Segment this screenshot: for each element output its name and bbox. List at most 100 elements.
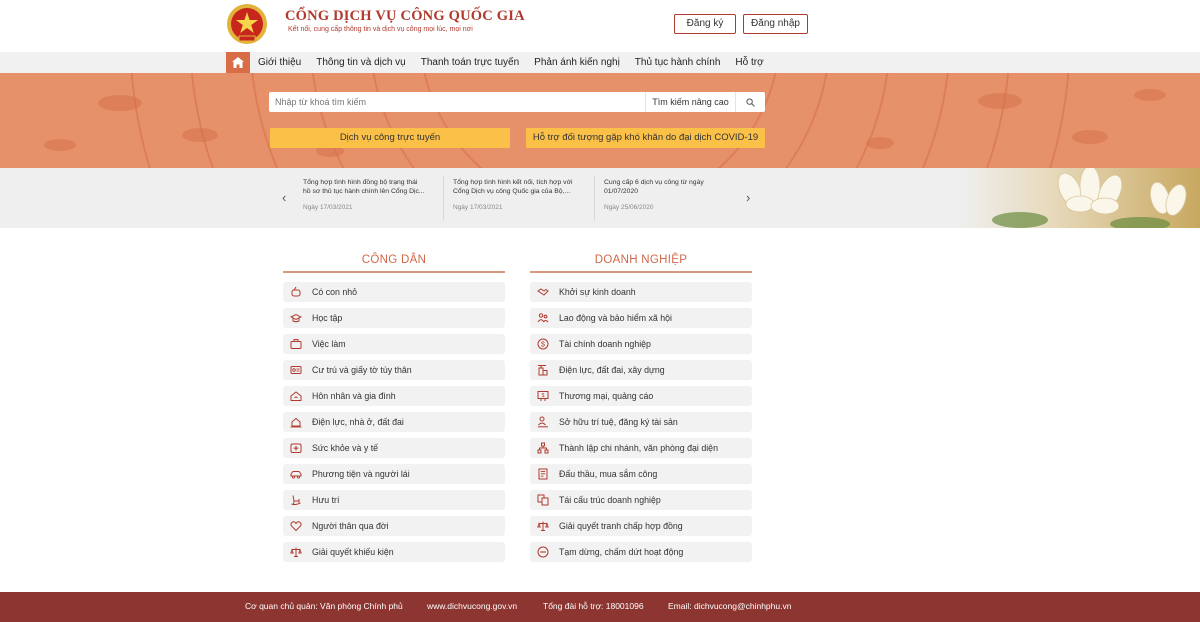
news-title-line: Tổng hợp tình hình đồng bộ trạng thái bbox=[303, 179, 418, 186]
brand-block[interactable]: CỔNG DỊCH VỤ CÔNG QUỐC GIA Kết nối, cung… bbox=[285, 8, 525, 33]
minus-circle-icon bbox=[536, 545, 550, 559]
list-item-label: Tạm dừng, chấm dứt hoạt động bbox=[559, 547, 684, 557]
news-title-line: 01/07/2020 bbox=[604, 188, 639, 195]
news-title-line: hồ sơ thủ tục hành chính lên Cổng Dịc... bbox=[303, 188, 425, 195]
news-item[interactable]: Tổng hợp tình hình kết nối, tích hợp với… bbox=[453, 178, 588, 212]
national-emblem-icon[interactable] bbox=[226, 3, 268, 45]
list-item-label: Người thân qua đời bbox=[312, 521, 389, 531]
svg-text:$: $ bbox=[542, 393, 545, 399]
list-item-label: Hôn nhân và gia đình bbox=[312, 391, 396, 401]
business-item-contract-disputes[interactable]: Giải quyết tranh chấp hợp đồng bbox=[530, 516, 752, 536]
list-item-label: Việc làm bbox=[312, 339, 346, 349]
nav-item-feedback[interactable]: Phản ánh kiến nghị bbox=[534, 57, 620, 68]
footer-website-link[interactable]: www.dichvucong.gov.vn bbox=[427, 601, 517, 611]
building-crane-icon bbox=[536, 363, 550, 377]
handshake-icon bbox=[536, 285, 550, 299]
online-services-button[interactable]: Dịch vụ công trực tuyến bbox=[270, 128, 510, 148]
citizen-item-residence-id[interactable]: Cư trú và giấy tờ tùy thân bbox=[283, 360, 505, 380]
site-footer: Cơ quan chủ quản: Văn phòng Chính phủ ww… bbox=[0, 592, 1200, 622]
news-title-line: Cung cấp 6 dịch vụ công từ ngày bbox=[604, 179, 704, 186]
citizen-item-small-children[interactable]: Có con nhỏ bbox=[283, 282, 505, 302]
business-item-intellectual-property[interactable]: Sở hữu trí tuệ, đăng ký tài sản bbox=[530, 412, 752, 432]
list-item-label: Tái cấu trúc doanh nghiệp bbox=[559, 495, 661, 505]
citizen-item-marriage-family[interactable]: Hôn nhân và gia đình bbox=[283, 386, 505, 406]
nav-item-online-payment[interactable]: Thanh toán trực tuyến bbox=[421, 57, 519, 68]
list-item-label: Điện lực, nhà ở, đất đai bbox=[312, 417, 404, 427]
business-item-finance[interactable]: $ Tài chính doanh nghiệp bbox=[530, 334, 752, 354]
business-item-branch-office[interactable]: Thành lập chi nhánh, văn phòng đại diện bbox=[530, 438, 752, 458]
news-date: Ngày 17/03/2021 bbox=[453, 204, 503, 211]
dollar-coin-icon: $ bbox=[536, 337, 550, 351]
workers-icon bbox=[536, 311, 550, 325]
search-bar: Tìm kiếm nâng cao bbox=[269, 92, 765, 112]
citizen-item-complaints[interactable]: Giải quyết khiếu kiện bbox=[283, 542, 505, 562]
citizen-item-vehicles-drivers[interactable]: Phương tiện và người lái bbox=[283, 464, 505, 484]
news-title-line: Cổng Dịch vụ công Quốc gia của Bộ,... bbox=[453, 188, 571, 195]
car-icon bbox=[289, 467, 303, 481]
site-header: CỔNG DỊCH VỤ CÔNG QUỐC GIA Kết nối, cung… bbox=[0, 0, 1200, 52]
list-item-label: Có con nhỏ bbox=[312, 287, 357, 297]
citizen-item-electricity-housing-land[interactable]: Điện lực, nhà ở, đất đai bbox=[283, 412, 505, 432]
advanced-search-button[interactable]: Tìm kiếm nâng cao bbox=[645, 92, 735, 112]
medical-cross-icon bbox=[289, 441, 303, 455]
list-item-label: Điện lực, đất đai, xây dựng bbox=[559, 365, 665, 375]
business-item-restructuring[interactable]: Tái cấu trúc doanh nghiệp bbox=[530, 490, 752, 510]
business-item-bidding-procurement[interactable]: Đấu thầu, mua sắm công bbox=[530, 464, 752, 484]
baby-bottle-icon bbox=[289, 285, 303, 299]
search-icon[interactable] bbox=[735, 92, 765, 112]
news-prev-arrow[interactable]: ‹ bbox=[282, 190, 286, 205]
footer-email-link[interactable]: Email: dichvucong@chinhphu.vn bbox=[668, 601, 791, 611]
org-chart-icon bbox=[536, 441, 550, 455]
citizen-title-underline bbox=[283, 271, 505, 273]
covid-support-button[interactable]: Hỗ trợ đối tượng gặp khó khăn do đại dịc… bbox=[526, 128, 765, 148]
list-item-label: Hưu trí bbox=[312, 495, 340, 505]
family-house-icon bbox=[289, 389, 303, 403]
list-item-label: Giải quyết tranh chấp hợp đồng bbox=[559, 521, 683, 531]
main-nav: Giới thiệu Thông tin và dịch vụ Thanh to… bbox=[0, 52, 1200, 73]
search-input[interactable] bbox=[269, 92, 644, 112]
business-item-electricity-land-construction[interactable]: Điện lực, đất đai, xây dựng bbox=[530, 360, 752, 380]
documents-swap-icon bbox=[536, 493, 550, 507]
list-item-label: Lao động và bảo hiểm xã hội bbox=[559, 313, 672, 323]
scales-icon bbox=[536, 519, 550, 533]
nav-item-support[interactable]: Hỗ trợ bbox=[735, 57, 763, 68]
hero-banner: Tìm kiếm nâng cao Dịch vụ công trực tuyế… bbox=[0, 73, 1200, 168]
graduation-cap-icon bbox=[289, 311, 303, 325]
news-date: Ngày 17/03/2021 bbox=[303, 204, 353, 211]
nav-item-info-services[interactable]: Thông tin và dịch vụ bbox=[316, 57, 406, 68]
home-icon[interactable] bbox=[226, 52, 250, 73]
lotus-decoration bbox=[960, 168, 1200, 228]
citizen-item-health[interactable]: Sức khỏe và y tế bbox=[283, 438, 505, 458]
house-land-icon bbox=[289, 415, 303, 429]
news-item[interactable]: Tổng hợp tình hình đồng bộ trạng thái hồ… bbox=[303, 178, 438, 212]
footer-hotline: Tổng đài hỗ trợ: 18001096 bbox=[543, 601, 644, 611]
business-list: Khởi sự kinh doanh Lao động và bảo hiểm … bbox=[530, 282, 752, 568]
nav-item-intro[interactable]: Giới thiệu bbox=[258, 57, 301, 68]
nav-item-procedures[interactable]: Thủ tục hành chính bbox=[635, 57, 721, 68]
business-item-suspension-termination[interactable]: Tạm dừng, chấm dứt hoạt động bbox=[530, 542, 752, 562]
news-strip: ‹ Tổng hợp tình hình đồng bộ trạng thái … bbox=[0, 168, 1200, 228]
business-item-labor-insurance[interactable]: Lao động và bảo hiểm xã hội bbox=[530, 308, 752, 328]
news-title-line: Tổng hợp tình hình kết nối, tích hợp với bbox=[453, 179, 573, 186]
rocking-chair-icon bbox=[289, 493, 303, 507]
news-date: Ngày 25/06/2020 bbox=[604, 204, 654, 211]
citizen-section-title: CÔNG DÂN bbox=[361, 254, 427, 266]
list-item-label: Tài chính doanh nghiệp bbox=[559, 339, 651, 349]
news-item[interactable]: Cung cấp 6 dịch vụ công từ ngày 01/07/20… bbox=[604, 178, 739, 212]
business-title-underline bbox=[530, 271, 752, 273]
news-next-arrow[interactable]: › bbox=[746, 190, 750, 205]
drum-pattern-decoration bbox=[44, 73, 1166, 168]
citizen-item-bereavement[interactable]: Người thân qua đời bbox=[283, 516, 505, 536]
list-item-label: Sở hữu trí tuệ, đăng ký tài sản bbox=[559, 417, 678, 427]
citizen-item-education[interactable]: Học tập bbox=[283, 308, 505, 328]
business-item-trade-advertising[interactable]: $ Thương mại, quảng cáo bbox=[530, 386, 752, 406]
list-item-label: Thương mại, quảng cáo bbox=[559, 391, 654, 401]
citizen-item-employment[interactable]: Việc làm bbox=[283, 334, 505, 354]
login-button[interactable]: Đăng nhập bbox=[743, 14, 808, 34]
document-list-icon bbox=[536, 467, 550, 481]
business-item-startup[interactable]: Khởi sự kinh doanh bbox=[530, 282, 752, 302]
register-button[interactable]: Đăng ký bbox=[674, 14, 736, 34]
business-section-title: DOANH NGHIỆP bbox=[594, 254, 688, 266]
citizen-item-retirement[interactable]: Hưu trí bbox=[283, 490, 505, 510]
list-item-label: Học tập bbox=[312, 313, 343, 323]
